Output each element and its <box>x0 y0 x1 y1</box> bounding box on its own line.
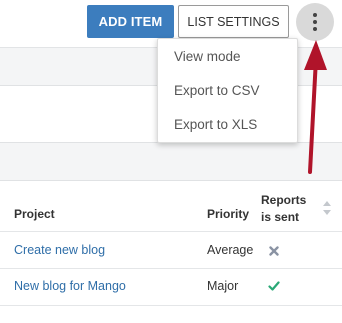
list-settings-button[interactable]: LIST SETTINGS <box>178 5 289 38</box>
project-link[interactable]: New blog for Mango <box>14 279 126 293</box>
row-divider <box>0 305 342 306</box>
column-header-project[interactable]: Project <box>14 207 55 221</box>
menu-item-export-xls[interactable]: Export to XLS <box>174 117 257 132</box>
column-header-reports-sent[interactable]: Reports is sent <box>261 192 306 226</box>
menu-item-export-csv[interactable]: Export to CSV <box>174 83 260 98</box>
project-link[interactable]: Create new blog <box>14 243 105 257</box>
menu-item-view-mode[interactable]: View mode <box>174 49 241 64</box>
more-vertical-icon-dot <box>313 27 317 31</box>
sort-icon[interactable] <box>322 199 332 217</box>
cross-icon <box>269 246 279 256</box>
more-options-button[interactable] <box>296 3 334 41</box>
check-icon <box>268 281 280 291</box>
more-vertical-icon-dot <box>313 20 317 24</box>
priority-cell: Average <box>207 243 254 257</box>
row-divider <box>0 268 342 269</box>
column-header-reports-line2: is sent <box>261 210 300 224</box>
row-divider <box>0 231 342 232</box>
more-vertical-icon <box>313 13 317 17</box>
priority-cell: Major <box>207 279 239 293</box>
column-header-reports-line1: Reports <box>261 193 307 207</box>
column-header-priority[interactable]: Priority <box>207 207 249 221</box>
project-table: Project Priority Reports is sent Create … <box>0 180 342 323</box>
more-options-menu: View mode Export to CSV Export to XLS <box>157 38 298 143</box>
add-item-button[interactable]: ADD ITEM <box>87 5 174 38</box>
